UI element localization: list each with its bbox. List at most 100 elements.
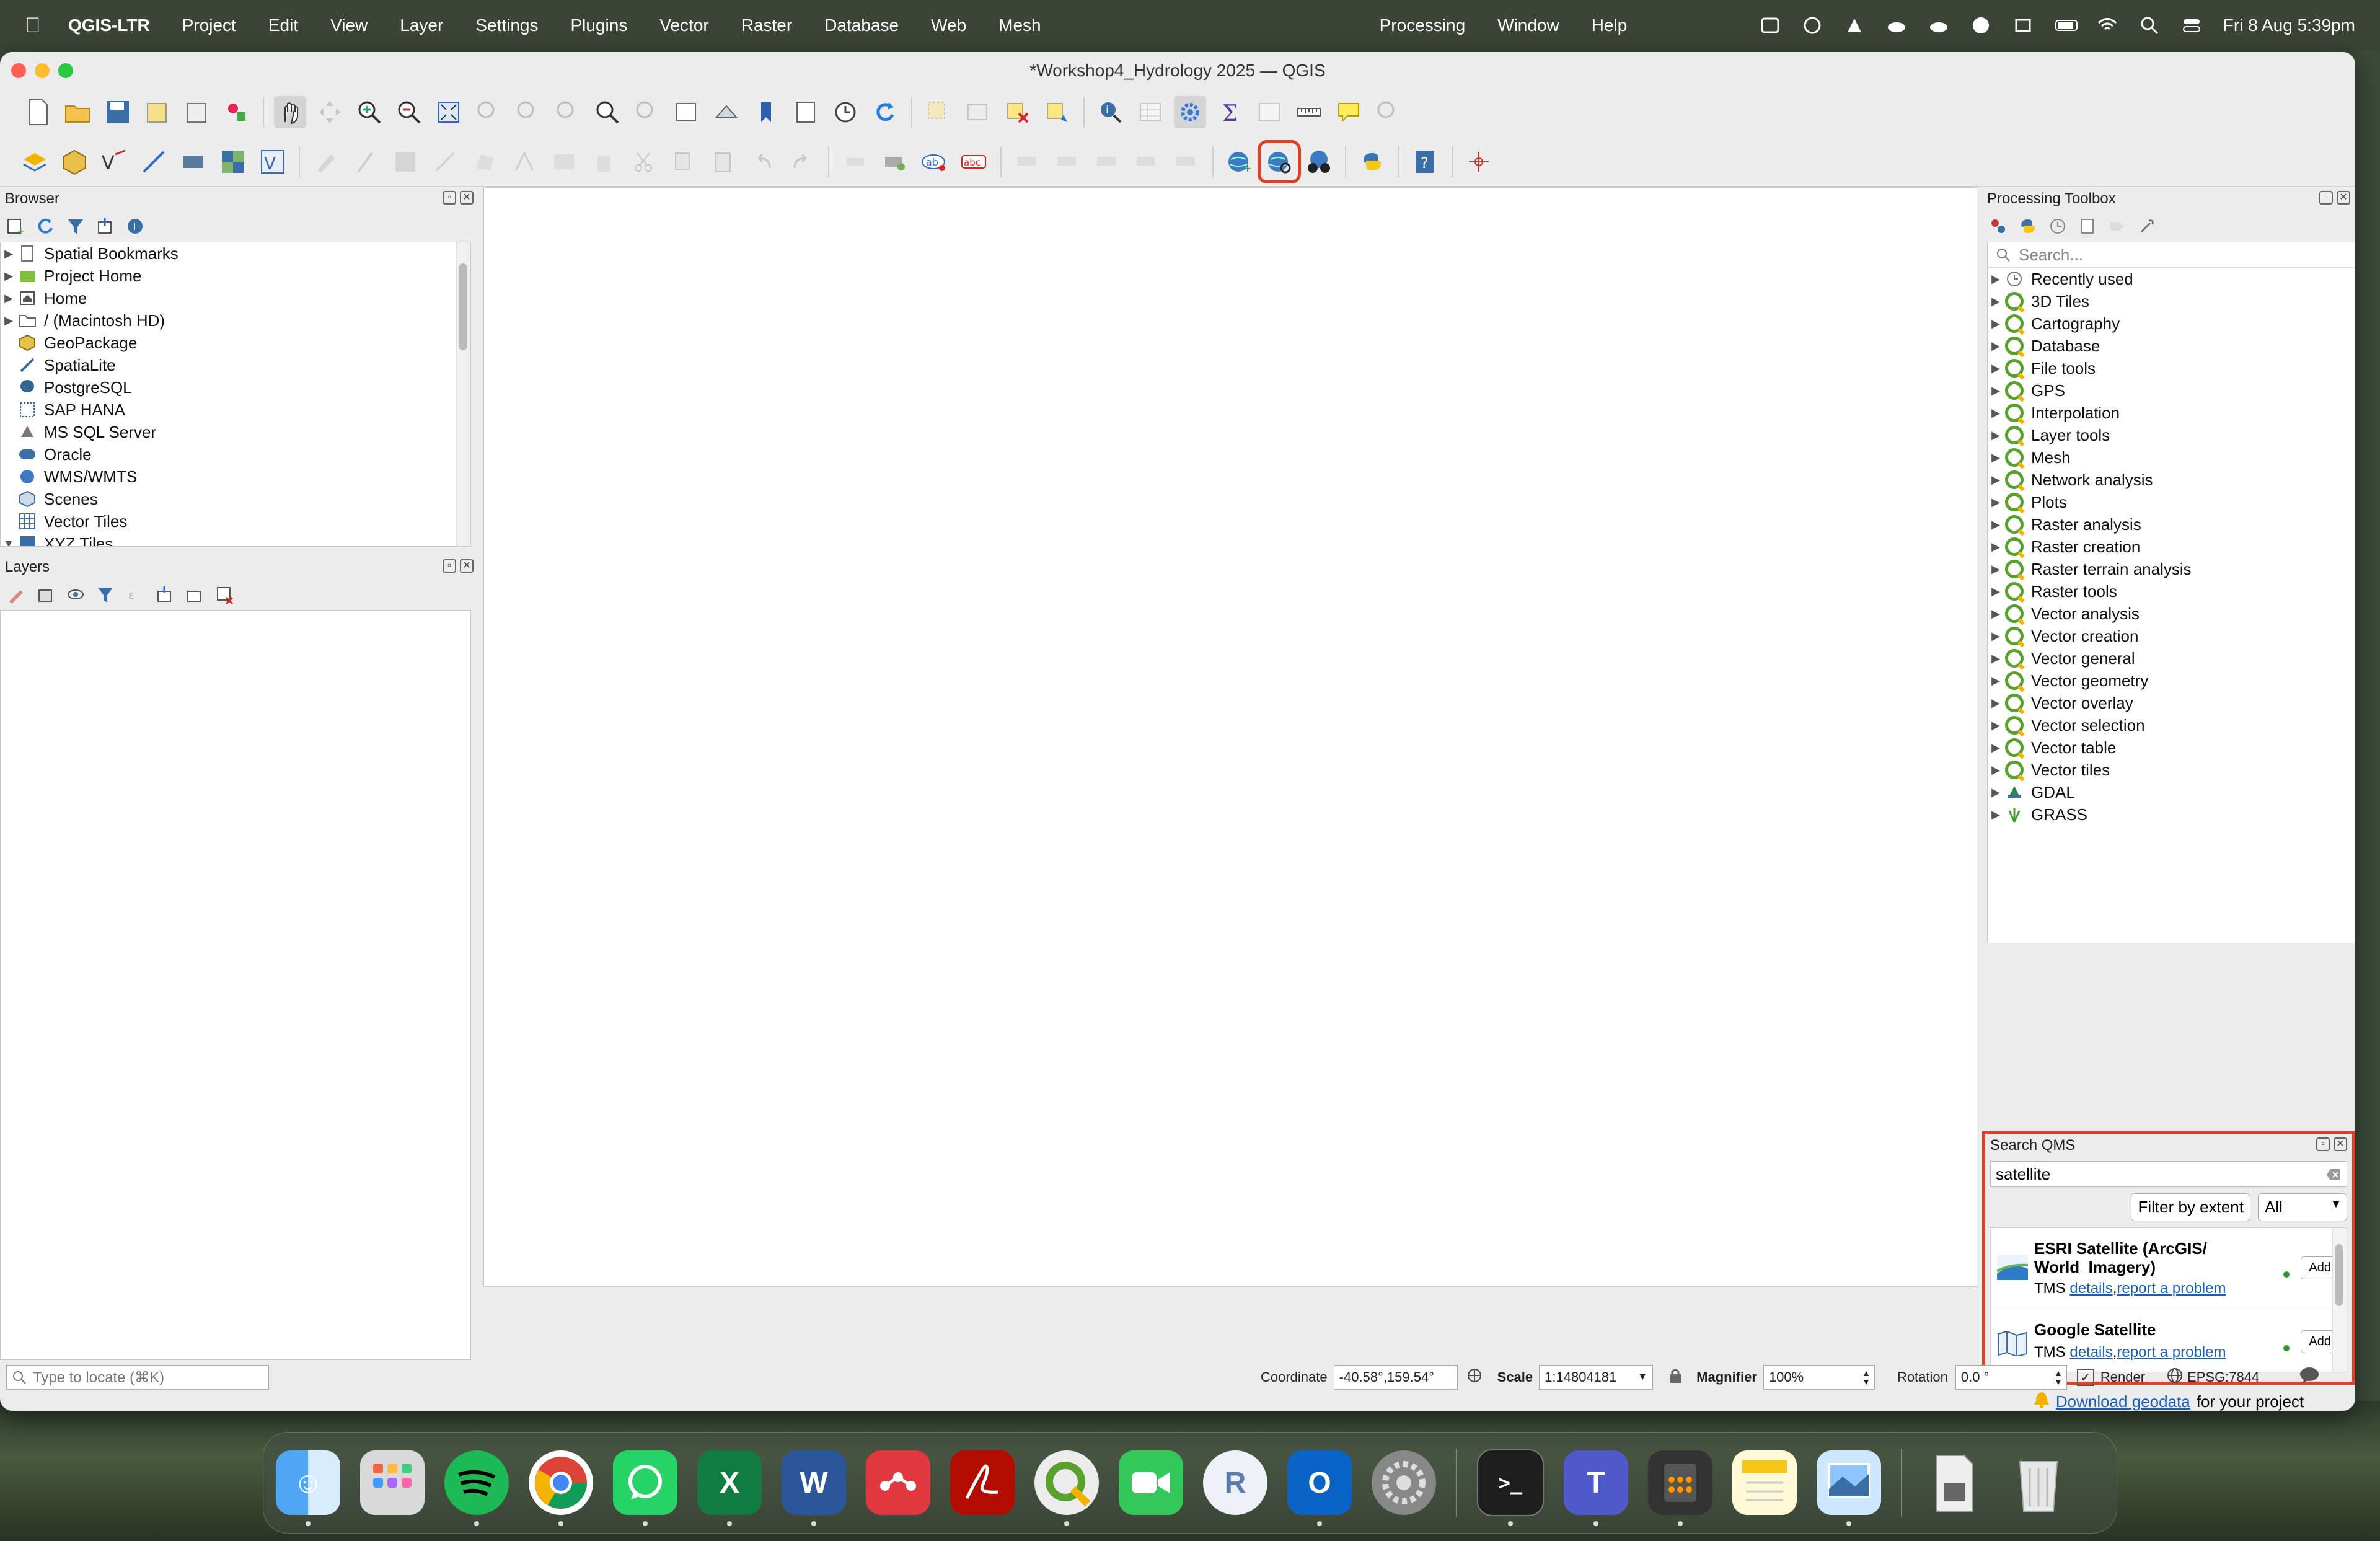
- dock-system-settings-icon[interactable]: [1372, 1450, 1436, 1515]
- change-label-icon[interactable]: [1170, 146, 1202, 178]
- menu-raster[interactable]: Raster: [741, 15, 792, 35]
- messages-icon[interactable]: [2299, 1366, 2320, 1389]
- measure-line-icon[interactable]: [1293, 96, 1325, 128]
- browser-item[interactable]: SAP HANA: [1, 399, 470, 421]
- chevron-right-icon[interactable]: ▶: [1988, 340, 2004, 353]
- manage-map-themes-icon[interactable]: [66, 585, 86, 604]
- layers-tree[interactable]: [0, 610, 471, 1360]
- filter-legend-icon[interactable]: [95, 585, 115, 604]
- chevron-right-icon[interactable]: ▶: [1988, 808, 2004, 821]
- expand-all-icon[interactable]: [155, 585, 175, 604]
- menu-processing[interactable]: Processing: [1380, 15, 1466, 35]
- toolbox-provider-item[interactable]: ▶ GPS: [1988, 379, 2355, 402]
- toolbox-search[interactable]: Search...: [1988, 242, 2355, 268]
- collapse-all-layers-icon[interactable]: [185, 585, 205, 604]
- crs-label[interactable]: EPSG:7844: [2187, 1369, 2259, 1385]
- select-features-icon[interactable]: [922, 96, 954, 128]
- chevron-right-icon[interactable]: ▶: [1, 292, 17, 305]
- chevron-right-icon[interactable]: ▶: [1988, 674, 2004, 687]
- spotlight-search-icon[interactable]: [2139, 15, 2160, 36]
- spinbox-arrows-icon[interactable]: ▲ ▼: [2054, 1369, 2063, 1386]
- dock-qgis-icon[interactable]: [1034, 1450, 1099, 1526]
- toolbox-provider-item[interactable]: ▶ Vector selection: [1988, 714, 2355, 736]
- search-qms-icon[interactable]: [1258, 140, 1301, 183]
- pin-labels-icon[interactable]: [1011, 146, 1044, 178]
- map-canvas[interactable]: [483, 187, 1977, 1287]
- dock-calculator-icon[interactable]: [1648, 1450, 1712, 1526]
- battery-icon[interactable]: [2055, 15, 2078, 36]
- chevron-right-icon[interactable]: ▶: [1988, 585, 2004, 598]
- dock-whatsapp-icon[interactable]: [613, 1450, 677, 1526]
- undo-icon[interactable]: [746, 146, 778, 178]
- new-3d-map-view-icon[interactable]: [710, 96, 743, 128]
- toolbox-provider-item[interactable]: ▶ Raster tools: [1988, 580, 2355, 603]
- status-app-icon[interactable]: [1760, 15, 1781, 36]
- save-edits-icon[interactable]: [389, 146, 421, 178]
- browser-item[interactable]: ▶ Project Home: [1, 265, 470, 287]
- options-icon[interactable]: [2137, 216, 2157, 236]
- toolbox-provider-item[interactable]: ▶ File tools: [1988, 357, 2355, 379]
- toggle-editing-icon[interactable]: [310, 146, 342, 178]
- cut-features-icon[interactable]: [627, 146, 659, 178]
- dock-finder-icon[interactable]: ☺: [276, 1450, 340, 1526]
- label-toolbar-icon[interactable]: [839, 146, 871, 178]
- zoom-full-icon[interactable]: [433, 96, 465, 128]
- details-link[interactable]: details: [2069, 1280, 2112, 1297]
- grammarly-icon[interactable]: [1970, 15, 1991, 36]
- browser-item[interactable]: Vector Tiles: [1, 510, 470, 532]
- creative-cloud-icon[interactable]: [1802, 15, 1823, 36]
- dock-outlook-icon[interactable]: O: [1287, 1450, 1352, 1526]
- browser-item[interactable]: WMS/WMTS: [1, 466, 470, 488]
- save-project-icon[interactable]: [102, 96, 134, 128]
- menubar-clock[interactable]: Fri 8 Aug 5:39pm: [2223, 15, 2355, 35]
- collapse-all-icon[interactable]: [95, 216, 115, 236]
- layer-labeling-icon[interactable]: [879, 146, 911, 178]
- toolbox-provider-item[interactable]: ▶ Network analysis: [1988, 469, 2355, 491]
- style-manager-icon[interactable]: [221, 96, 253, 128]
- menu-window[interactable]: Window: [1497, 15, 1559, 35]
- dock-facetime-icon[interactable]: [1119, 1450, 1183, 1515]
- results-viewer-icon[interactable]: [2078, 216, 2097, 236]
- rotate-label-icon[interactable]: [1130, 146, 1163, 178]
- properties-info-icon[interactable]: i: [125, 216, 145, 236]
- models-icon[interactable]: [1988, 216, 2008, 236]
- open-project-icon[interactable]: [62, 96, 94, 128]
- chevron-right-icon[interactable]: ▶: [1988, 786, 2004, 799]
- qms-scrollbar[interactable]: [2332, 1228, 2347, 1372]
- statistics-icon[interactable]: Σ: [1214, 96, 1246, 128]
- zoom-out-icon[interactable]: [393, 96, 425, 128]
- report-problem-link[interactable]: report a problem: [2117, 1344, 2226, 1361]
- filter-by-expression-icon[interactable]: ε: [125, 585, 145, 604]
- details-link[interactable]: details: [2069, 1344, 2112, 1361]
- float-panel-icon[interactable]: ▫: [2316, 1137, 2330, 1151]
- menu-help[interactable]: Help: [1592, 15, 1628, 35]
- chevron-right-icon[interactable]: ▶: [1988, 295, 2004, 308]
- dock-launchpad-icon[interactable]: [360, 1450, 425, 1515]
- float-panel-icon[interactable]: ▫: [2319, 191, 2333, 205]
- browser-scrollbar[interactable]: [456, 242, 470, 546]
- new-geopackage-layer-icon[interactable]: [58, 146, 90, 178]
- toolbox-provider-item[interactable]: ▶ 3D Tiles: [1988, 290, 2355, 312]
- browser-item[interactable]: MS SQL Server: [1, 421, 470, 443]
- chevron-right-icon[interactable]: ▶: [1, 314, 17, 327]
- menu-layer[interactable]: Layer: [400, 15, 443, 35]
- toolbox-provider-item[interactable]: ▶ GDAL: [1988, 781, 2355, 803]
- refresh-browser-icon[interactable]: [36, 216, 56, 236]
- chevron-right-icon[interactable]: ▶: [1988, 429, 2004, 442]
- add-vector-icon[interactable]: V: [257, 146, 289, 178]
- toolbox-provider-item[interactable]: ▶ Vector geometry: [1988, 669, 2355, 692]
- new-project-icon[interactable]: [22, 96, 55, 128]
- dock-chrome-icon[interactable]: [529, 1450, 593, 1526]
- deselect-all-icon[interactable]: [1002, 96, 1034, 128]
- dock-terminal-icon[interactable]: >_: [1477, 1449, 1544, 1526]
- menu-project[interactable]: Project: [182, 15, 236, 35]
- qms-scrollbar-thumb[interactable]: [2335, 1244, 2343, 1306]
- temporal-controller-icon[interactable]: [829, 96, 862, 128]
- chevron-right-icon[interactable]: ▶: [1988, 697, 2004, 710]
- select-by-value-icon[interactable]: [962, 96, 994, 128]
- chevron-right-icon[interactable]: ▶: [1988, 607, 2004, 620]
- zoom-to-selection-icon[interactable]: [472, 96, 505, 128]
- dock-trash-icon[interactable]: [2006, 1450, 2071, 1515]
- dock-preview-icon[interactable]: [1817, 1450, 1881, 1526]
- chevron-right-icon[interactable]: ▶: [1988, 741, 2004, 754]
